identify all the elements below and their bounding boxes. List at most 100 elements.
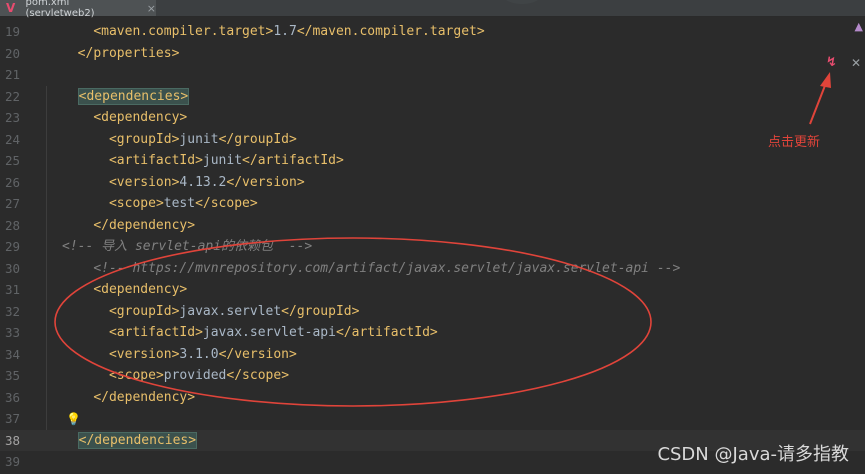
code-line[interactable]: 33 <artifactId>javax.servlet-api</artifa… (0, 322, 865, 344)
code-editor[interactable]: 19 <maven.compiler.target>1.7</maven.com… (0, 21, 865, 473)
code-token: </ (296, 24, 313, 39)
code-token: </ (281, 303, 297, 319)
code-line[interactable]: 20 </properties> (0, 43, 865, 65)
code-token: javax.servlet (179, 303, 282, 319)
code-line[interactable]: 30 <!-- https://mvnrepository.com/artifa… (0, 258, 865, 280)
line-number: 31 (4, 282, 20, 297)
code-token: < (93, 24, 102, 39)
code-line[interactable]: 36 </dependency> (0, 387, 865, 409)
code-token: junit (179, 131, 219, 147)
code-line[interactable]: 23 <dependency> (0, 107, 865, 129)
code-token: artifactId (351, 325, 430, 340)
code-token: </ (335, 325, 352, 340)
code-token: artifactId (257, 153, 336, 168)
code-token: > (289, 346, 297, 362)
code-token: < (108, 346, 117, 362)
code-token: dependency (108, 389, 188, 405)
code-line[interactable]: 19 <maven.compiler.target>1.7</maven.com… (0, 21, 865, 43)
code-token: > (281, 368, 290, 383)
code-line[interactable]: 37 (0, 408, 865, 430)
code-token: < (108, 303, 117, 319)
code-token: > (187, 389, 196, 405)
code-line[interactable]: 22 <dependencies> (0, 86, 865, 108)
close-notification-icon[interactable]: ✕ (851, 56, 861, 70)
code-line[interactable]: 21 (0, 64, 865, 86)
code-text: <!-- https://mvnrepository.com/artifact/… (62, 258, 680, 280)
code-text: </dependency> (62, 215, 195, 237)
code-token: --> (649, 260, 681, 276)
lightbulb-icon[interactable]: 💡 (66, 412, 81, 426)
code-token: 1.7 (273, 24, 297, 39)
code-line[interactable]: 25 <artifactId>junit</artifactId> (0, 150, 865, 172)
code-line[interactable]: 26 <version>4.13.2</version> (0, 172, 865, 194)
line-number: 39 (4, 454, 20, 469)
code-link[interactable]: https://mvnrepository.com/artifact/javax… (132, 261, 649, 276)
line-number: 20 (4, 45, 20, 61)
line-number: 27 (4, 196, 20, 211)
code-token: <!-- (93, 260, 133, 276)
tab-pom-xml[interactable]: V pom.xml (servletweb2) × (0, 0, 156, 19)
code-line[interactable]: 28 </dependency> (0, 215, 865, 237)
annotation-label: 点击更新 (768, 135, 821, 150)
code-token: </dependencies> (77, 431, 198, 449)
code-text: <groupId>javax.servlet</groupId> (62, 301, 359, 323)
code-text: <dependency> (62, 279, 187, 301)
code-token: > (155, 368, 164, 383)
line-number: 28 (4, 217, 20, 233)
code-token: maven.compiler.target (312, 24, 477, 39)
code-token: > (476, 24, 485, 39)
code-token: javax.servlet-api (202, 325, 336, 340)
code-token: scope (210, 196, 250, 211)
code-text: <!-- 导入 servlet-api的依赖包 --> (62, 236, 312, 258)
code-text: <version>4.13.2</version> (62, 172, 305, 194)
code-token: > (289, 131, 297, 147)
code-token: </ (226, 368, 243, 383)
line-number: 21 (4, 67, 20, 82)
code-line[interactable]: 27 <scope>test</scope> (0, 193, 865, 215)
code-token: properties (93, 45, 172, 61)
line-number: 25 (4, 153, 20, 168)
code-token: 4.13.2 (179, 174, 227, 190)
editor-tab-bar: V pom.xml (servletweb2) × (0, 0, 865, 19)
code-token: </ (226, 174, 243, 190)
maven-icon: V (6, 1, 16, 15)
code-token: version (116, 174, 172, 190)
tab-title: pom.xml (servletweb2) (25, 0, 95, 19)
line-number: 26 (4, 174, 20, 190)
code-line[interactable]: 32 <groupId>javax.servlet</groupId> (0, 301, 865, 323)
code-token: scope (242, 368, 282, 383)
code-line[interactable]: 34 <version>3.1.0</version> (0, 344, 865, 366)
code-line[interactable]: 31 <dependency> (0, 279, 865, 301)
maven-reload-icon[interactable]: ↯ (826, 55, 837, 70)
code-token: > (195, 153, 203, 168)
code-token: artifactId (116, 325, 196, 340)
code-token: </ (242, 153, 258, 168)
code-token: </ (218, 346, 235, 362)
code-token: > (155, 196, 164, 211)
code-token: version (234, 346, 290, 362)
code-token: 3.1.0 (179, 346, 219, 362)
code-line[interactable]: 35 <scope>provided</scope> (0, 365, 865, 387)
watermark: CSDN @Java-请多指教 (657, 444, 849, 465)
code-token: > (171, 45, 180, 61)
code-token: </ (77, 45, 94, 61)
line-number: 32 (4, 303, 20, 319)
code-token: < (108, 131, 117, 147)
line-number: 36 (4, 389, 20, 405)
code-text: <version>3.1.0</version> (62, 344, 297, 366)
code-line[interactable]: 29 <!-- 导入 servlet-api的依赖包 --> (0, 236, 865, 258)
close-tab-icon[interactable]: × (147, 2, 156, 15)
code-token: < (108, 174, 117, 190)
code-token: <dependencies> (77, 87, 190, 105)
code-line[interactable]: 24 <groupId>junit</groupId> (0, 129, 865, 151)
code-token: dependency (108, 217, 188, 233)
code-token: > (195, 325, 203, 340)
